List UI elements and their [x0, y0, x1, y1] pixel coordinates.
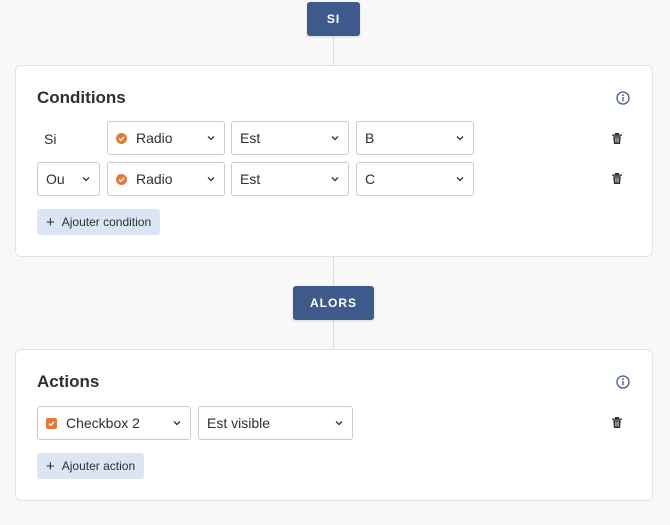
chevron-down-icon [456, 136, 464, 141]
radio-field-icon [116, 132, 127, 144]
condition-operator-select[interactable]: Est [231, 121, 349, 155]
connector-line [333, 320, 334, 350]
condition-operator-select[interactable]: Est [231, 162, 349, 196]
condition-field-select[interactable]: Radio [107, 121, 225, 155]
conditions-title: Conditions [37, 88, 126, 107]
condition-operator-value: Est [240, 171, 261, 187]
action-type-value: Est visible [207, 415, 271, 431]
actions-card: Actions Checkbox 2 Est visible + Ajouter… [15, 349, 653, 501]
connector-line [333, 257, 334, 287]
info-icon[interactable] [616, 91, 630, 105]
condition-field-select[interactable]: Radio [107, 162, 225, 196]
alors-badge: ALORS [293, 286, 374, 320]
connector-line [333, 36, 334, 66]
chevron-down-icon [207, 136, 215, 141]
condition-prefix-label: Si [44, 131, 57, 147]
action-target-select[interactable]: Checkbox 2 [37, 406, 191, 440]
add-condition-button[interactable]: + Ajouter condition [37, 209, 161, 235]
add-condition-label: Ajouter condition [61, 215, 152, 229]
trash-icon[interactable] [612, 417, 622, 428]
chevron-down-icon [207, 177, 215, 182]
chevron-down-icon [335, 421, 343, 426]
condition-operator-value: Est [240, 130, 261, 146]
condition-prefix-value: Ou [46, 171, 65, 187]
condition-value-value: B [365, 130, 375, 146]
chevron-down-icon [331, 177, 339, 182]
condition-prefix-select[interactable]: Ou [37, 162, 100, 196]
chevron-down-icon [331, 136, 339, 141]
chevron-down-icon [456, 177, 464, 182]
alors-badge-label: ALORS [310, 296, 357, 310]
condition-field-value: Radio [136, 130, 173, 146]
action-target-value: Checkbox 2 [66, 415, 140, 431]
chevron-down-icon [82, 177, 90, 182]
add-action-label: Ajouter action [61, 459, 136, 473]
action-type-select[interactable]: Est visible [198, 406, 353, 440]
conditions-card: Conditions Si Radio Est B Ou Radio Est C… [15, 65, 653, 257]
add-action-button[interactable]: + Ajouter action [37, 453, 145, 479]
condition-value-select[interactable]: B [356, 121, 474, 155]
actions-title: Actions [37, 372, 100, 391]
trash-icon[interactable] [612, 133, 622, 144]
si-badge-label: SI [326, 12, 341, 26]
plus-icon: + [46, 457, 55, 475]
info-icon[interactable] [616, 375, 630, 389]
chevron-down-icon [173, 421, 181, 426]
si-badge: SI [307, 2, 360, 36]
condition-value-value: C [365, 171, 376, 187]
radio-field-icon [116, 173, 127, 185]
condition-field-value: Radio [136, 171, 173, 187]
plus-icon: + [46, 213, 55, 231]
checkbox-field-icon [46, 417, 57, 429]
trash-icon[interactable] [612, 173, 622, 184]
logic-editor: SI Conditions Si Radio Est B Ou Radio Es… [0, 0, 670, 525]
condition-value-select[interactable]: C [356, 162, 474, 196]
